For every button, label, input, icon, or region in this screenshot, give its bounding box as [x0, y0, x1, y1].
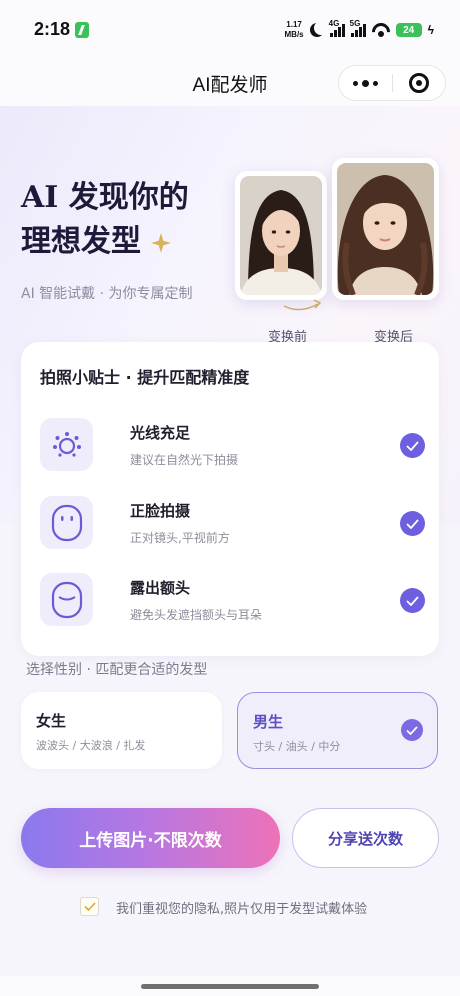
share-button[interactable]: 分享送次数	[292, 808, 439, 868]
check-icon	[400, 588, 425, 613]
transform-arrow-icon	[283, 299, 322, 311]
network-speed: 1.17 MB/s	[284, 20, 304, 39]
mini-program-capsule	[338, 65, 446, 101]
checkmark-icon	[83, 902, 96, 911]
tip-name: 露出额头	[130, 579, 191, 597]
forehead-icon	[40, 573, 93, 626]
check-icon	[400, 433, 425, 458]
gender-option-female[interactable]: 女生 波波头 / 大波浪 / 扎发	[21, 692, 222, 769]
after-portrait-image	[337, 163, 434, 295]
battery-icon: 24	[395, 23, 422, 37]
hero-title-line2: 理想发型	[21, 224, 141, 259]
notification-icon	[75, 22, 89, 38]
check-icon	[400, 511, 425, 536]
tip-item-forehead: 露出额头 避免头发遮挡额头与耳朵	[40, 573, 425, 627]
tips-title: 拍照小贴士 · 提升匹配精准度	[40, 368, 250, 387]
upload-image-button[interactable]: 上传图片·不限次数	[21, 808, 280, 868]
tip-name: 光线充足	[130, 424, 191, 442]
wifi-icon	[372, 23, 390, 37]
sparkle-icon	[151, 233, 171, 253]
nav-bar: AI配发师	[0, 60, 460, 106]
gender-option-male[interactable]: 男生 寸头 / 油头 / 中分	[237, 692, 438, 769]
hero-title-line1: AI 发现你的	[21, 180, 189, 215]
light-icon	[40, 418, 93, 471]
privacy-checkbox[interactable]	[80, 897, 99, 916]
gender-name: 女生	[36, 712, 67, 730]
home-indicator[interactable]	[141, 984, 319, 989]
gender-styles: 波波头 / 大波浪 / 扎发	[36, 739, 146, 752]
before-portrait-image	[240, 176, 322, 295]
tip-item-lighting: 光线充足 建议在自然光下拍摄	[40, 418, 425, 472]
do-not-disturb-icon	[314, 21, 328, 35]
selected-check-icon	[401, 719, 423, 741]
more-icon[interactable]	[339, 65, 392, 101]
status-bar: 2:18 1.17 MB/s 4G 5G 24 ϟ	[0, 0, 460, 60]
privacy-notice: 我们重视您的隐私,照片仅用于发型试戴体验	[116, 902, 368, 917]
signal-5g-icon: 5G	[350, 19, 366, 37]
hero-subtitle: AI 智能试戴 · 为你专属定制	[21, 286, 193, 302]
tip-item-front-face: 正脸拍摄 正对镜头,平视前方	[40, 496, 425, 550]
photo-tips-card: 拍照小贴士 · 提升匹配精准度 光线充足 建议在自然光下拍摄 正脸拍摄 正对镜头…	[21, 342, 439, 656]
status-indicators: 1.17 MB/s 4G 5G 24 ϟ	[284, 19, 434, 40]
tip-desc: 建议在自然光下拍摄	[130, 453, 239, 467]
charging-icon: ϟ	[427, 23, 434, 37]
close-mini-program-icon[interactable]	[393, 65, 445, 101]
gender-styles: 寸头 / 油头 / 中分	[253, 740, 341, 753]
tip-name: 正脸拍摄	[130, 502, 191, 520]
status-time: 2:18	[34, 19, 71, 39]
signal-4g-icon: 4G	[329, 19, 345, 37]
after-photo	[332, 158, 439, 300]
tip-desc: 避免头发遮挡额头与耳朵	[130, 608, 263, 622]
hero-title: AI 发现你的 理想发型	[21, 176, 189, 264]
gender-heading: 选择性别 · 匹配更合适的发型	[26, 662, 208, 678]
gender-name: 男生	[253, 713, 284, 731]
before-photo	[235, 171, 327, 300]
face-icon	[40, 496, 93, 549]
tip-desc: 正对镜头,平视前方	[130, 531, 230, 545]
